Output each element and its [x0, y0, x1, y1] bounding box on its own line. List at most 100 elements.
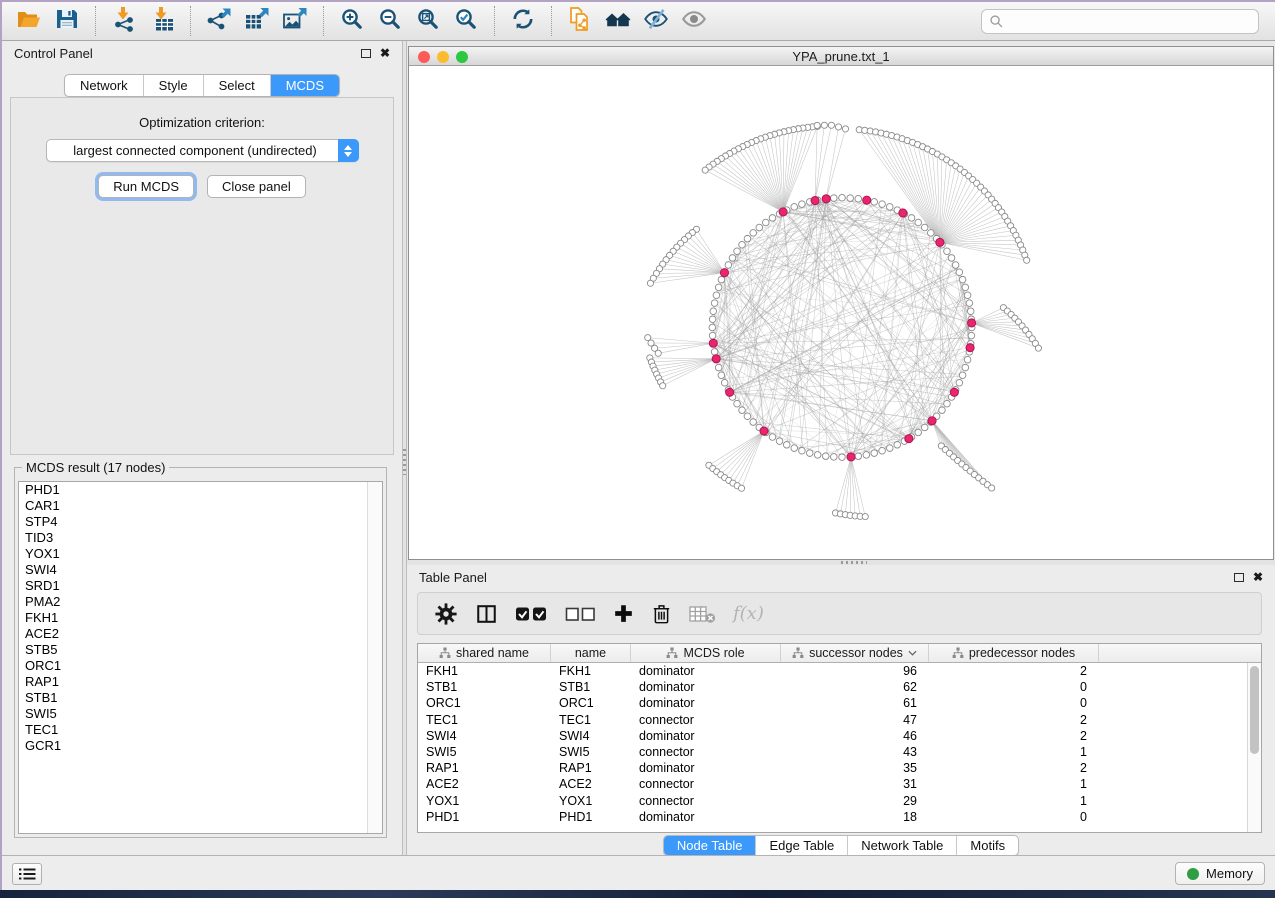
- import-network-icon: [111, 6, 137, 37]
- tab-node-table[interactable]: Node Table: [664, 836, 756, 855]
- mcds-result-item[interactable]: ACE2: [19, 626, 382, 642]
- mcds-result-item[interactable]: TID3: [19, 530, 382, 546]
- mcds-result-item[interactable]: PHD1: [19, 482, 382, 498]
- table-row[interactable]: RAP1RAP1dominator352: [418, 760, 1261, 776]
- tab-select[interactable]: Select: [203, 75, 270, 96]
- table-cell: connector: [631, 744, 781, 760]
- open-session-button[interactable]: [12, 5, 46, 37]
- network-canvas[interactable]: [409, 66, 1273, 559]
- table-cell: 1: [929, 776, 1099, 792]
- table-row[interactable]: TEC1TEC1connector472: [418, 712, 1261, 728]
- refresh-network-button[interactable]: [506, 5, 540, 37]
- delete-table-button: [689, 604, 716, 624]
- create-column-button[interactable]: [613, 603, 634, 624]
- column-header-MCDS-role[interactable]: MCDS role: [631, 644, 781, 662]
- column-header-shared-name[interactable]: shared name: [418, 644, 551, 662]
- table-row[interactable]: PHD1PHD1dominator180: [418, 809, 1261, 825]
- table-scrollbar[interactable]: [1247, 663, 1261, 832]
- column-header-name[interactable]: name: [551, 644, 631, 662]
- mcds-result-item[interactable]: ORC1: [19, 658, 382, 674]
- zoom-in-button[interactable]: [335, 5, 369, 37]
- show-all-columns-button[interactable]: [515, 604, 548, 624]
- float-panel-icon[interactable]: [1234, 573, 1244, 582]
- table-cell: ORC1: [551, 695, 631, 711]
- mcds-result-item[interactable]: GCR1: [19, 738, 382, 754]
- zoom-selected-button[interactable]: [449, 5, 483, 37]
- close-panel-button[interactable]: Close panel: [207, 175, 306, 198]
- table-scrollbar-thumb[interactable]: [1250, 666, 1259, 754]
- table-row[interactable]: ORC1ORC1dominator610: [418, 695, 1261, 711]
- toolbar-separator: [95, 6, 96, 36]
- table-cell: 29: [781, 793, 929, 809]
- mcds-result-item[interactable]: FKH1: [19, 610, 382, 626]
- network-view-titlebar[interactable]: YPA_prune.txt_1: [409, 47, 1273, 66]
- mcds-result-item[interactable]: YOX1: [19, 546, 382, 562]
- mcds-result-item[interactable]: CAR1: [19, 498, 382, 514]
- mcds-result-item[interactable]: TEC1: [19, 722, 382, 738]
- minimize-window-icon[interactable]: [437, 51, 449, 63]
- mcds-result-item[interactable]: STB5: [19, 642, 382, 658]
- table-row[interactable]: SWI5SWI5connector431: [418, 744, 1261, 760]
- mcds-list-scrollbar[interactable]: [367, 482, 382, 833]
- show-all-button[interactable]: [677, 5, 711, 37]
- mcds-result-item[interactable]: SRD1: [19, 578, 382, 594]
- network-graph[interactable]: [409, 66, 1273, 559]
- tab-mcds[interactable]: MCDS: [270, 75, 339, 96]
- attribute-type-icon: [439, 647, 451, 659]
- import-network-button[interactable]: [107, 5, 141, 37]
- maximize-window-icon[interactable]: [456, 51, 468, 63]
- hide-selected-button[interactable]: [639, 5, 673, 37]
- close-panel-icon[interactable]: ✖: [1253, 571, 1263, 583]
- duplicate-network-button[interactable]: [563, 5, 597, 37]
- table-cell: 2: [929, 663, 1099, 679]
- memory-label: Memory: [1206, 866, 1253, 881]
- table-row[interactable]: YOX1YOX1connector291: [418, 793, 1261, 809]
- table-row[interactable]: STB1STB1dominator620: [418, 679, 1261, 695]
- zoom-out-button[interactable]: [373, 5, 407, 37]
- tab-network-table[interactable]: Network Table: [847, 836, 956, 855]
- search-box[interactable]: [981, 9, 1259, 34]
- zoom-fit-button[interactable]: [411, 5, 445, 37]
- table-row[interactable]: ACE2ACE2connector311: [418, 776, 1261, 792]
- run-mcds-button[interactable]: Run MCDS: [98, 175, 194, 198]
- optimization-dropdown[interactable]: largest connected component (undirected): [46, 139, 359, 162]
- mcds-result-item[interactable]: RAP1: [19, 674, 382, 690]
- toggle-panel-mode-button[interactable]: [475, 603, 498, 625]
- mcds-result-item[interactable]: SWI4: [19, 562, 382, 578]
- table-row[interactable]: FKH1FKH1dominator962: [418, 663, 1261, 679]
- save-session-button[interactable]: [50, 5, 84, 37]
- table-row[interactable]: SWI4SWI4dominator462: [418, 728, 1261, 744]
- control-panel-tabs: NetworkStyleSelectMCDS: [64, 74, 340, 97]
- network-view-title: YPA_prune.txt_1: [792, 49, 889, 64]
- tab-network[interactable]: Network: [65, 75, 143, 96]
- mcds-result-item[interactable]: STP4: [19, 514, 382, 530]
- column-settings-button[interactable]: [434, 602, 458, 626]
- close-window-icon[interactable]: [418, 51, 430, 63]
- column-header-successor-nodes[interactable]: successor nodes: [781, 644, 929, 662]
- mcds-result-list[interactable]: PHD1CAR1STP4TID3YOX1SWI4SRD1PMA2FKH1ACE2…: [18, 481, 383, 834]
- close-panel-icon[interactable]: ✖: [380, 47, 390, 59]
- memory-button[interactable]: Memory: [1175, 862, 1265, 885]
- float-panel-icon[interactable]: [361, 49, 371, 58]
- table-cell: 62: [781, 679, 929, 695]
- tab-edge-table[interactable]: Edge Table: [755, 836, 847, 855]
- export-image-button[interactable]: [278, 5, 312, 37]
- export-table-button[interactable]: [240, 5, 274, 37]
- hide-all-columns-button[interactable]: [565, 604, 596, 624]
- status-bar: Memory: [2, 855, 1275, 890]
- mcds-result-item[interactable]: PMA2: [19, 594, 382, 610]
- list-icon: [18, 867, 36, 881]
- mcds-result-item[interactable]: STB1: [19, 690, 382, 706]
- tab-motifs[interactable]: Motifs: [956, 836, 1018, 855]
- delete-column-button[interactable]: [651, 602, 672, 625]
- export-network-button[interactable]: [202, 5, 236, 37]
- column-header-predecessor-nodes[interactable]: predecessor nodes: [929, 644, 1099, 662]
- mcds-result-item[interactable]: SWI5: [19, 706, 382, 722]
- merge-networks-button[interactable]: [601, 5, 635, 37]
- tab-style[interactable]: Style: [143, 75, 203, 96]
- import-table-button[interactable]: [145, 5, 179, 37]
- show-panels-button[interactable]: [12, 863, 42, 885]
- table-cell: dominator: [631, 663, 781, 679]
- search-input[interactable]: [1004, 10, 1258, 33]
- table-cell: 31: [781, 776, 929, 792]
